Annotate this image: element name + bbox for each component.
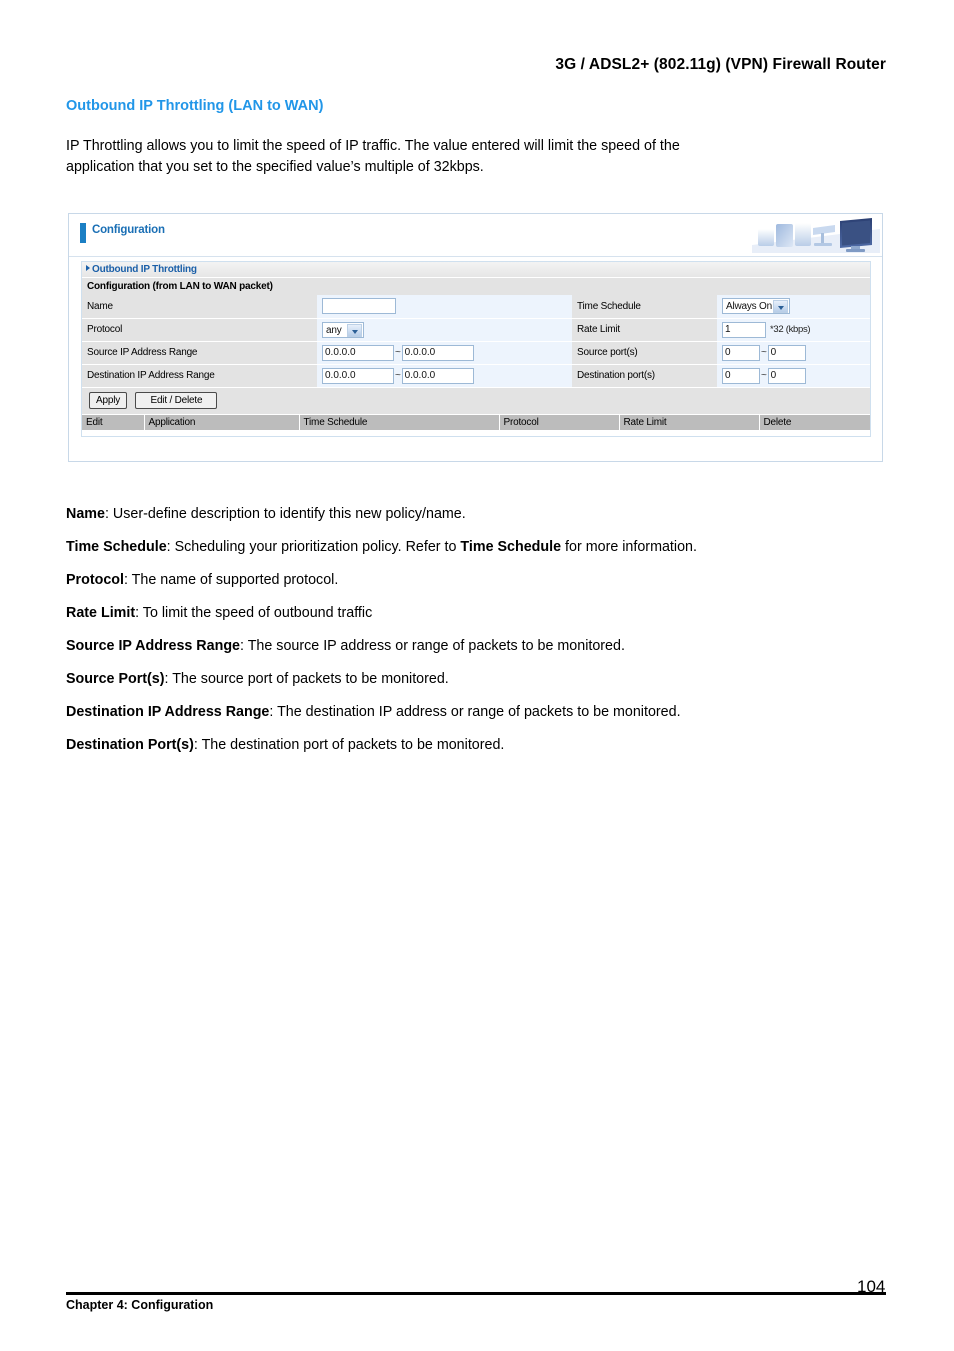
policy-result-table: Edit Application Time Schedule Protocol … (82, 414, 870, 430)
rate-limit-label: Rate Limit (572, 318, 717, 342)
rate-limit-unit: *32 (kbps) (770, 324, 811, 335)
panel-accent-bar (80, 223, 86, 243)
name-label: Name (82, 295, 317, 319)
rate-limit-input[interactable] (722, 321, 766, 338)
definition-name: Name: User-define description to identif… (66, 505, 896, 523)
result-table-header-row: Edit Application Time Schedule Protocol … (82, 414, 870, 430)
col-protocol: Protocol (499, 414, 620, 430)
source-ip-to-input[interactable] (401, 344, 474, 361)
source-port-to-input[interactable] (767, 344, 806, 361)
triangle-right-icon (86, 265, 90, 272)
time-schedule-select[interactable]: Always On (722, 298, 790, 315)
protocol-select[interactable]: any (322, 321, 364, 338)
chevron-down-icon (347, 323, 362, 337)
definition-source-ports: Source Port(s): The source port of packe… (66, 670, 896, 688)
name-input[interactable] (322, 298, 396, 315)
definition-desc-b: for more information. (561, 539, 697, 555)
range-separator: ~ (395, 370, 401, 381)
definition-term-inline: Time Schedule (460, 539, 562, 555)
subsection-header: Outbound IP Throttling (82, 262, 870, 278)
dest-port-to-input[interactable] (767, 367, 806, 384)
footer-page-number: 104 (857, 1277, 886, 1296)
dest-ip-to-input[interactable] (401, 367, 474, 384)
definition-protocol: Protocol: The name of supported protocol… (66, 571, 896, 589)
time-schedule-label: Time Schedule (572, 295, 717, 319)
config-form-table: Name Time Schedule Always On Protocol an… (82, 295, 870, 388)
definition-desc: : The source port of packets to be monit… (164, 671, 449, 687)
result-table-empty-body (82, 429, 870, 436)
definition-term: Destination IP Address Range (66, 704, 270, 720)
col-delete: Delete (759, 414, 870, 430)
definition-desc-a: : Scheduling your prioritization policy.… (166, 539, 461, 555)
config-inner-table: Outbound IP Throttling Configuration (fr… (81, 261, 871, 437)
definition-term: Destination Port(s) (66, 737, 194, 753)
form-row-name: Name Time Schedule Always On (82, 295, 870, 319)
definition-desc: : The name of supported protocol. (123, 572, 339, 588)
definition-desc: : The destination port of packets to be … (193, 737, 505, 753)
source-ip-label: Source IP Address Range (82, 341, 317, 365)
page-header-title: 3G / ADSL2+ (802.11g) (VPN) Firewall Rou… (555, 56, 886, 73)
intro-line-2: application that you set to the specifie… (66, 159, 484, 175)
definition-desc: : To limit the speed of outbound traffic (135, 605, 373, 621)
definition-rate-limit: Rate Limit: To limit the speed of outbou… (66, 604, 896, 622)
config-caption: Configuration (from LAN to WAN packet) (82, 278, 870, 295)
col-edit: Edit (82, 414, 145, 430)
definition-time-schedule: Time Schedule: Scheduling your prioritiz… (66, 538, 896, 556)
col-application: Application (144, 414, 300, 430)
panel-title: Configuration (92, 224, 165, 236)
source-port-from-input[interactable] (722, 344, 760, 361)
range-separator: ~ (761, 370, 767, 381)
definition-dest-ip-range: Destination IP Address Range: The destin… (66, 703, 896, 721)
definition-term: Source Port(s) (66, 671, 165, 687)
form-row-dest-ip: Destination IP Address Range ~ Destinati… (82, 364, 870, 388)
dest-ip-cell: ~ (317, 364, 572, 388)
definition-desc: : User-define description to identify th… (104, 506, 466, 522)
apply-button[interactable]: Apply (89, 391, 128, 409)
footer-divider (66, 1292, 886, 1295)
panel-header: Configuration (69, 214, 882, 257)
range-separator: ~ (395, 347, 401, 358)
field-definitions: Name: User-define description to identif… (66, 505, 896, 769)
definition-source-ip-range: Source IP Address Range: The source IP a… (66, 637, 896, 655)
definition-term: Source IP Address Range (66, 638, 241, 654)
rate-limit-cell: *32 (kbps) (717, 318, 870, 342)
name-field-cell (317, 295, 572, 319)
form-row-source-ip: Source IP Address Range ~ Source port(s)… (82, 341, 870, 365)
col-rate-limit: Rate Limit (619, 414, 760, 430)
protocol-value: any (326, 324, 342, 336)
source-port-cell: ~ (717, 341, 870, 365)
form-row-protocol: Protocol any Rate Limit *32 (kbps) (82, 318, 870, 342)
dest-port-cell: ~ (717, 364, 870, 388)
chevron-down-icon (773, 300, 788, 314)
protocol-cell: any (317, 318, 572, 342)
dest-port-label: Destination port(s) (572, 364, 717, 388)
subsection-label: Outbound IP Throttling (92, 264, 197, 275)
footer-chapter: Chapter 4: Configuration (66, 1298, 214, 1312)
source-ip-cell: ~ (317, 341, 572, 365)
col-time-schedule: Time Schedule (299, 414, 500, 430)
definition-term: Name (66, 506, 105, 522)
time-schedule-cell: Always On (717, 295, 870, 319)
dest-port-from-input[interactable] (722, 367, 760, 384)
source-port-label: Source port(s) (572, 341, 717, 365)
button-strip: Apply Edit / Delete (82, 387, 870, 415)
edit-delete-button[interactable]: Edit / Delete (135, 391, 218, 409)
office-computers-image (752, 215, 880, 253)
definition-desc: : The destination IP address or range of… (269, 704, 681, 720)
page-title: Outbound IP Throttling (LAN to WAN) (66, 98, 324, 114)
dest-ip-label: Destination IP Address Range (82, 364, 317, 388)
definition-desc: : The source IP address or range of pack… (240, 638, 625, 654)
definition-dest-ports: Destination Port(s): The destination por… (66, 736, 896, 754)
definition-term: Rate Limit (66, 605, 136, 621)
definition-term: Time Schedule (66, 539, 167, 555)
source-ip-from-input[interactable] (322, 344, 394, 361)
protocol-label: Protocol (82, 318, 317, 342)
intro-line-1: IP Throttling allows you to limit the sp… (66, 138, 680, 154)
range-separator: ~ (761, 347, 767, 358)
intro-paragraph: IP Throttling allows you to limit the sp… (66, 136, 886, 178)
dest-ip-from-input[interactable] (322, 367, 394, 384)
router-config-panel: Configuration Outbound IP Throttling Con… (68, 213, 883, 462)
time-schedule-value: Always On (726, 301, 772, 313)
definition-term: Protocol (66, 572, 124, 588)
